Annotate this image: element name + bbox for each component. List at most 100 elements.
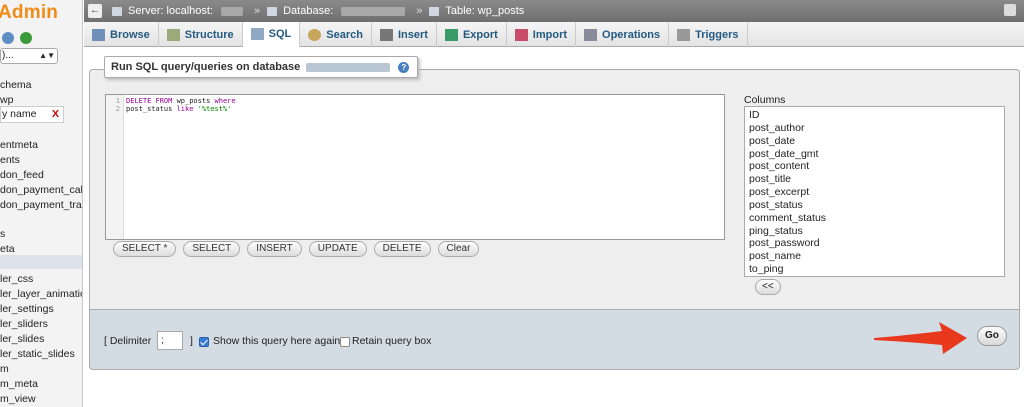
home-icon[interactable] (2, 32, 14, 44)
line-number-gutter: 1 2 (106, 95, 124, 239)
select-button[interactable]: SELECT (183, 241, 241, 257)
sidebar-item[interactable]: eta (0, 243, 15, 255)
column-option[interactable]: post_name (749, 250, 1000, 263)
sql-string: '%test%' (193, 104, 232, 113)
tab-search[interactable]: Search (300, 22, 372, 47)
red-arrow-annotation-icon (874, 322, 967, 354)
tab-operations[interactable]: Operations (576, 22, 670, 47)
select-star-button[interactable]: SELECT * (113, 241, 177, 257)
search-icon (308, 28, 322, 41)
legend-text: Run SQL query/queries on database (111, 61, 301, 73)
delimiter-close: ] (190, 335, 193, 347)
sidebar-item[interactable]: s (0, 228, 5, 240)
column-option[interactable]: post_excerpt (749, 186, 1000, 199)
delimiter-label: [ Delimiter (104, 335, 152, 347)
wrench-icon (584, 28, 598, 41)
tab-label: Insert (397, 28, 428, 41)
column-option[interactable]: comment_status (749, 212, 1000, 225)
column-option[interactable]: post_content (749, 160, 1000, 173)
tab-insert[interactable]: Insert (372, 22, 437, 47)
sidebar-item[interactable]: don_payment_trans (0, 199, 82, 211)
column-option[interactable]: post_date_gmt (749, 148, 1000, 161)
sidebar-item[interactable]: wp (0, 94, 13, 106)
reload-icon[interactable] (20, 32, 32, 44)
sidebar-item[interactable]: ents (0, 154, 20, 166)
insert-column-button[interactable]: << (755, 279, 781, 295)
redacted-server (220, 6, 243, 16)
help-icon[interactable]: ? (398, 61, 410, 73)
tab-browse[interactable]: Browse (84, 22, 159, 47)
sidebar-item[interactable]: m_view (0, 393, 36, 405)
sidebar-item[interactable]: ler_layer_animation (0, 288, 82, 300)
column-option[interactable]: post_author (749, 122, 1000, 135)
sidebar-item[interactable]: don_payment_callb (0, 184, 82, 196)
delimiter-input[interactable]: ; (157, 331, 183, 350)
retain-query-checkbox[interactable] (340, 337, 350, 347)
redacted-database (341, 6, 406, 16)
browse-icon (92, 28, 105, 41)
sidebar-item[interactable]: ler_slides (0, 333, 44, 345)
tab-label: Import (532, 28, 568, 41)
sidebar-item[interactable]: ler_static_slides (0, 348, 75, 360)
column-option[interactable]: post_title (749, 173, 1000, 186)
sidebar-quick-icons (2, 32, 32, 44)
columns-label: Columns (744, 94, 786, 106)
sidebar-item[interactable]: ler_sliders (0, 318, 48, 330)
breadcrumb-server[interactable]: Server: localhost: (128, 5, 213, 17)
sidebar-item[interactable]: ler_settings (0, 303, 54, 315)
sidebar-item[interactable]: ler_css (0, 273, 33, 285)
sql-editor[interactable]: 1 2 DELETE FROM wp_posts where post_stat… (105, 94, 725, 240)
structure-icon (166, 28, 180, 41)
column-option[interactable]: post_status (749, 199, 1000, 212)
insert-button[interactable]: INSERT (247, 241, 302, 257)
sidebar-item[interactable]: m (0, 363, 9, 375)
tab-import[interactable]: Import (507, 22, 577, 47)
tab-structure[interactable]: Structure (159, 22, 243, 47)
table-icon (429, 6, 440, 16)
tab-export[interactable]: Export (437, 22, 507, 47)
column-option[interactable]: ID (749, 109, 1000, 122)
app-logo[interactable]: Admin (0, 2, 58, 24)
breadcrumb-separator-icon: » (253, 5, 261, 17)
tab-label: Structure (184, 28, 234, 41)
sql-identifier: post_status (126, 104, 177, 113)
insert-icon (379, 28, 393, 41)
server-icon (112, 6, 122, 16)
recent-tables-select[interactable]: )... ▲▼ (0, 48, 58, 64)
sidebar-item[interactable]: don_feed (0, 169, 44, 181)
delete-button[interactable]: DELETE (373, 241, 431, 257)
tab-label: Triggers (695, 28, 739, 41)
triggers-icon (677, 28, 691, 41)
column-option[interactable]: to_ping (749, 263, 1000, 276)
column-option[interactable]: post_date (749, 135, 1000, 148)
show-query-checkbox[interactable] (199, 337, 209, 347)
back-arrow-icon[interactable]: ← (88, 4, 102, 18)
go-button[interactable]: Go (977, 326, 1007, 346)
retain-query-label[interactable]: Retain query box (352, 335, 431, 347)
redacted-database-name (306, 62, 391, 72)
breadcrumb-database[interactable]: Database: (283, 5, 333, 17)
sidebar-item[interactable]: entmeta (0, 139, 38, 151)
sql-icon (250, 28, 264, 40)
tab-sql[interactable]: SQL (242, 22, 301, 47)
select-value: )... (2, 50, 14, 61)
update-button[interactable]: UPDATE (308, 241, 367, 257)
chevron-updown-icon: ▲▼ (39, 51, 55, 60)
table-filter-input[interactable]: y name X (0, 106, 64, 123)
sidebar-selected-row (0, 255, 82, 269)
column-option[interactable]: ping_status (749, 225, 1000, 238)
sidebar-item[interactable]: chema (0, 79, 32, 91)
sidebar-item[interactable]: m_meta (0, 378, 38, 390)
tab-label: Browse (110, 28, 150, 41)
clear-filter-icon[interactable]: X (52, 107, 59, 122)
window-control-icon[interactable] (1004, 4, 1016, 16)
navigation-sidebar: Admin )... ▲▼ chema wp y name X entmeta … (0, 0, 83, 407)
columns-listbox[interactable]: ID post_author post_date post_date_gmt p… (744, 106, 1005, 277)
show-query-label[interactable]: Show this query here again (213, 335, 340, 347)
breadcrumb-table[interactable]: Table: wp_posts (445, 5, 524, 17)
breadcrumb-separator-icon: » (416, 5, 423, 17)
column-option[interactable]: post_password (749, 237, 1000, 250)
tab-label: Search (326, 28, 363, 41)
tab-triggers[interactable]: Triggers (669, 22, 748, 47)
clear-button[interactable]: Clear (437, 241, 480, 257)
